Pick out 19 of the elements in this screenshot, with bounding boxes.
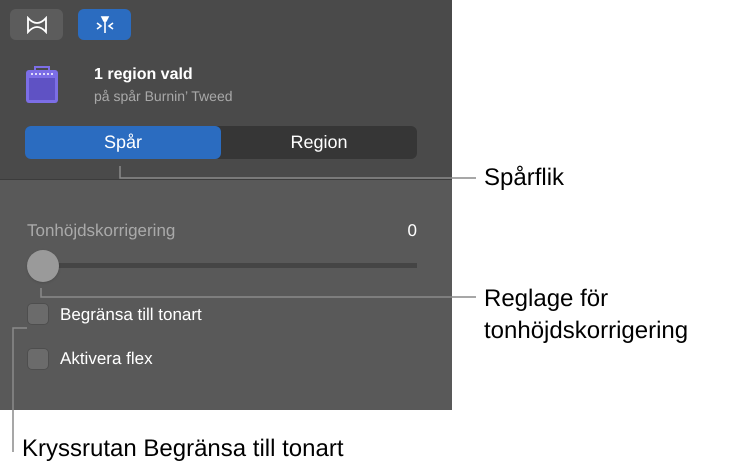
callout-label: Spårflik xyxy=(484,163,564,193)
slider-label: Tonhöjdskorrigering xyxy=(27,220,176,242)
checkbox-label: Aktivera flex xyxy=(60,348,153,370)
slider-thumb[interactable] xyxy=(27,250,59,282)
callout-label: Reglage för tonhöjdskorrigering xyxy=(484,284,690,346)
region-title: 1 region vald xyxy=(94,65,194,85)
checkbox[interactable] xyxy=(27,303,49,326)
toolbar-button[interactable] xyxy=(10,9,63,40)
amplifier-icon xyxy=(25,66,59,104)
tab[interactable]: Spår xyxy=(25,126,221,159)
tuning-fork-icon xyxy=(94,16,114,34)
bowtie-icon xyxy=(24,16,48,34)
toolbar-button[interactable] xyxy=(78,9,131,40)
checkbox-label: Begränsa till tonart xyxy=(60,304,202,326)
callout-label: Kryssrutan Begränsa till tonart xyxy=(22,434,344,464)
track-subtitle: på spår Burnin’ Tweed xyxy=(94,87,233,106)
checkbox[interactable] xyxy=(27,348,49,370)
slider-value: 0 xyxy=(408,220,417,242)
tab[interactable]: Region xyxy=(221,126,417,159)
